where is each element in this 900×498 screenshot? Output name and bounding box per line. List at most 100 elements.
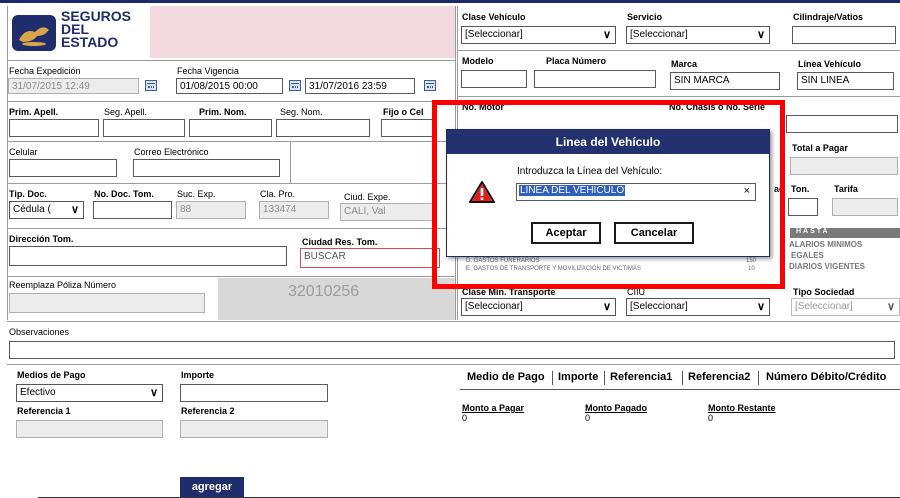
reemplaza-input[interactable] <box>9 293 205 313</box>
medios-pago-select[interactable]: Efectivo ∨ <box>16 384 163 402</box>
modelo-label: Modelo <box>462 56 494 66</box>
reemplaza-label: Reemplaza Póliza Número <box>9 280 117 290</box>
medios-pago-value: Efectivo <box>20 387 56 398</box>
correo-input[interactable] <box>133 159 280 177</box>
logo-panel: SEGUROS DEL ESTADO <box>7 6 150 58</box>
ton-label: Ton. <box>791 184 810 194</box>
importe-label: Importe <box>181 370 215 380</box>
referencia1-label: Referencia 1 <box>17 406 71 416</box>
agregar-button[interactable]: agregar <box>180 477 244 498</box>
chasis-input[interactable] <box>786 115 898 133</box>
observaciones-label: Observaciones <box>9 327 70 337</box>
modelo-input[interactable] <box>461 70 527 88</box>
prim-nom-label: Prim. Nom. <box>199 107 247 117</box>
calendar-icon[interactable] <box>145 80 157 91</box>
col-referencia2: Referencia2 <box>688 371 751 383</box>
servicio-select[interactable]: [Seleccionar] ∨ <box>626 26 770 44</box>
clase-vehiculo-select[interactable]: [Seleccionar] ∨ <box>461 26 616 44</box>
importe-input[interactable] <box>180 384 328 402</box>
referencia2-input[interactable] <box>180 420 328 438</box>
monto-pagado-label: Monto Pagado <box>585 403 647 413</box>
celular-label: Celular <box>9 147 38 157</box>
top-border <box>0 0 900 3</box>
coverage-row1: ALARIOS MINIMOS <box>789 240 863 249</box>
prim-apell-input[interactable] <box>9 119 99 137</box>
tipo-sociedad-label: Tipo Sociedad <box>793 287 855 297</box>
monto-pagar-value: 0 <box>462 413 468 423</box>
tipo-sociedad-value: [Seleccionar] <box>795 301 853 312</box>
fecha-expedicion-field[interactable]: 31/07/2015 12:49 <box>8 78 139 94</box>
cla-pro-field[interactable]: 133474 <box>259 201 329 219</box>
tip-doc-label: Tip. Doc. <box>9 189 47 199</box>
marca-label: Marca <box>671 59 698 69</box>
seg-apell-label: Seg. Apell. <box>104 107 148 117</box>
ciiu-value: [Seleccionar] <box>630 301 688 312</box>
ciudad-res-label: Ciudad Res. Tom. <box>302 237 378 247</box>
placa-input[interactable] <box>534 70 656 88</box>
cla-pro-label: Cla. Pro. <box>260 189 296 199</box>
total-pagar-field[interactable] <box>790 157 898 175</box>
linea-label: Línea Vehículo <box>798 59 862 69</box>
tip-doc-select[interactable]: Cédula (∨ <box>9 201 84 219</box>
vigencia-hasta-field[interactable]: 31/07/2016 23:59 <box>305 78 415 94</box>
col-medio-pago: Medio de Pago <box>467 371 545 383</box>
no-doc-input[interactable] <box>93 201 172 219</box>
marca-field[interactable]: SIN MARCA <box>670 72 780 90</box>
vigencia-desde-field[interactable]: 01/08/2015 00:00 <box>176 78 283 94</box>
medios-pago-label: Medios de Pago <box>17 370 86 380</box>
chevron-down-icon: ∨ <box>756 29 765 41</box>
clase-vehiculo-value: [Seleccionar] <box>465 29 523 40</box>
placa-label: Placa Número <box>546 56 607 66</box>
coverage-row2: EGALES <box>791 251 824 260</box>
fecha-expedicion-label: Fecha Expedición <box>9 66 81 76</box>
no-doc-label: No. Doc. Tom. <box>94 189 154 199</box>
ciudad-res-field[interactable]: BUSCAR <box>300 248 440 268</box>
fecha-vigencia-label: Fecha Vigencia <box>177 66 239 76</box>
tarifa-field[interactable] <box>832 198 898 216</box>
ton-input[interactable] <box>788 198 818 216</box>
cilindraje-label: Cilindraje/Vatios <box>793 12 864 22</box>
chevron-down-icon: ∨ <box>756 301 765 313</box>
suc-exp-field[interactable]: 88 <box>176 201 246 219</box>
observaciones-input[interactable] <box>9 341 895 359</box>
fijo-cel-label: Fijo o Cel <box>383 107 424 117</box>
celular-input[interactable] <box>9 159 117 177</box>
calendar-icon[interactable] <box>424 80 436 91</box>
chevron-down-icon: ∨ <box>602 29 611 41</box>
prim-apell-label: Prim. Apell. <box>9 107 59 117</box>
correo-label: Correo Electrónico <box>134 147 209 157</box>
monto-restante-label: Monto Restante <box>708 403 776 413</box>
fijo-cel-input[interactable] <box>381 119 433 137</box>
suc-exp-label: Suc. Exp. <box>177 189 216 199</box>
calendar-icon[interactable] <box>289 80 301 91</box>
referencia1-input[interactable] <box>16 420 163 438</box>
direccion-label: Dirección Tom. <box>9 234 74 244</box>
clase-min-select[interactable]: [Seleccionar] ∨ <box>461 298 616 316</box>
servicio-value: [Seleccionar] <box>630 29 688 40</box>
linea-field[interactable]: SIN LINEA <box>797 72 894 90</box>
chevron-down-icon: ∨ <box>602 301 611 313</box>
coverage-hasta: HASTA <box>790 228 900 238</box>
lamp-logo-icon <box>12 15 56 51</box>
seg-apell-input[interactable] <box>103 119 185 137</box>
poliza-number: 32010256 <box>288 283 360 300</box>
seg-nom-input[interactable] <box>276 119 370 137</box>
tipo-sociedad-select[interactable]: [Seleccionar] ∨ <box>791 298 900 316</box>
cilindraje-input[interactable] <box>792 26 896 44</box>
direccion-input[interactable] <box>9 246 287 266</box>
chevron-down-icon: ∨ <box>70 204 79 216</box>
clase-min-value: [Seleccionar] <box>465 301 523 312</box>
servicio-label: Servicio <box>627 12 663 22</box>
monto-restante-value: 0 <box>708 413 714 423</box>
ciud-expe-field[interactable]: CALI, Val <box>340 203 436 221</box>
prim-nom-input[interactable] <box>189 119 272 137</box>
ciiu-select[interactable]: [Seleccionar] ∨ <box>626 298 770 316</box>
total-pagar-label: Total a Pagar <box>792 143 848 153</box>
chevron-down-icon: ∨ <box>886 301 895 313</box>
highlight-frame <box>432 100 785 289</box>
monto-pagar-label: Monto a Pagar <box>462 403 525 413</box>
brand-name: SEGUROS DEL ESTADO <box>61 9 131 50</box>
monto-pagado-value: 0 <box>585 413 591 423</box>
clase-vehiculo-label: Clase Vehículo <box>462 12 526 22</box>
brand-line3: ESTADO <box>61 34 119 50</box>
